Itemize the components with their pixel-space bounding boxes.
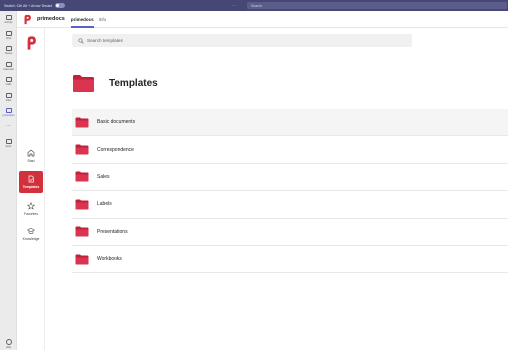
global-search[interactable]: Search xyxy=(247,2,507,9)
folder-label: Sales xyxy=(97,173,110,180)
primedocs-logo-icon xyxy=(24,14,31,24)
rail-item-calendar[interactable]: Calendar xyxy=(0,62,17,71)
graduation-cap-icon xyxy=(27,228,35,235)
tab-info[interactable]: Info xyxy=(99,11,107,28)
folder-icon xyxy=(75,117,89,128)
folder-label: Basic documents xyxy=(97,119,136,126)
file-icon xyxy=(5,93,12,98)
search-icon xyxy=(78,37,84,44)
rail-label: Help xyxy=(5,346,12,349)
rail-item-teams[interactable]: Teams xyxy=(0,46,17,55)
page-header: Templates xyxy=(72,74,158,93)
rail-label: Apps xyxy=(5,145,12,148)
nav-item-favorites[interactable]: Favorites xyxy=(19,198,43,220)
rail-more[interactable]: ··· xyxy=(0,124,17,129)
folder-label: Correspondence xyxy=(97,146,134,153)
folder-icon xyxy=(75,254,89,265)
rail-item-help[interactable]: Help xyxy=(0,339,17,349)
calendar-icon xyxy=(5,62,12,67)
nav-item-start[interactable]: Start xyxy=(19,145,43,167)
folder-row[interactable]: Sales xyxy=(72,164,508,192)
app-rail: Activity Chat Teams Calendar Calls Files… xyxy=(0,11,17,350)
app-header: primedocs primedocs Info xyxy=(17,11,508,28)
nav-label: Knowledge xyxy=(22,236,40,241)
chat-icon xyxy=(5,31,12,36)
rail-label: Calendar xyxy=(3,68,14,71)
title-bar: Switch: Ctrl Alt + Arrow Tenant ··· Sear… xyxy=(0,0,508,11)
rail-item-files[interactable]: Files xyxy=(0,93,17,102)
app-name: primedocs xyxy=(37,16,65,22)
more-icon: ··· xyxy=(6,123,11,129)
folder-icon xyxy=(73,75,94,92)
nav-label: Start xyxy=(27,158,35,163)
rail-label: Teams xyxy=(4,52,13,55)
folder-label: Presentations xyxy=(97,228,128,235)
tenant-switch-label: Switch: Ctrl Alt + Arrow Tenant xyxy=(4,3,53,8)
folder-row[interactable]: Correspondence xyxy=(72,136,508,164)
rail-label: primedocs xyxy=(2,114,15,117)
nav-item-templates[interactable]: Templates xyxy=(19,171,43,193)
more-options-icon[interactable]: ··· xyxy=(232,3,238,8)
template-icon xyxy=(28,175,34,183)
nav-item-knowledge[interactable]: Knowledge xyxy=(19,223,43,245)
tenant-toggle[interactable] xyxy=(55,3,66,8)
rail-label: Calls xyxy=(5,83,12,86)
rail-item-activity[interactable]: Activity xyxy=(0,15,17,24)
search-input[interactable] xyxy=(87,38,387,43)
template-search[interactable] xyxy=(72,34,412,47)
home-icon xyxy=(27,149,35,157)
teams-icon xyxy=(5,46,12,51)
rail-label: Files xyxy=(5,99,12,102)
folder-row[interactable]: Workbooks xyxy=(72,246,508,274)
global-search-placeholder: Search xyxy=(251,3,263,8)
help-icon xyxy=(5,339,12,345)
rail-item-apps[interactable]: Apps xyxy=(0,139,17,148)
rail-item-chat[interactable]: Chat xyxy=(0,31,17,40)
phone-icon xyxy=(5,77,12,82)
folder-icon xyxy=(75,199,89,210)
folder-icon xyxy=(75,171,89,182)
folder-row[interactable]: Labels xyxy=(72,191,508,219)
apps-icon xyxy=(5,139,12,144)
rail-item-calls[interactable]: Calls xyxy=(0,77,17,86)
nav-label: Favorites xyxy=(24,211,38,216)
folder-label: Labels xyxy=(97,201,112,208)
bell-icon xyxy=(5,15,12,20)
nav-label: Templates xyxy=(22,184,40,189)
app-nav: Start Templates Favorites Knowledge xyxy=(17,28,45,350)
folder-row[interactable]: Basic documents xyxy=(72,109,508,137)
star-icon xyxy=(27,202,35,210)
rail-label: Chat xyxy=(5,37,12,40)
main-content: Templates Basic documents Correspondence… xyxy=(45,28,508,350)
tab-primedocs[interactable]: primedocs xyxy=(70,11,94,28)
folder-row[interactable]: Presentations xyxy=(72,219,508,246)
folder-list: Basic documents Correspondence Sales Lab… xyxy=(72,109,508,274)
rail-item-primedocs[interactable]: primedocs xyxy=(0,108,17,117)
primedocs-icon xyxy=(5,108,12,113)
rail-label: Activity xyxy=(4,21,13,24)
folder-label: Workbooks xyxy=(97,256,122,263)
folder-icon xyxy=(75,226,89,237)
primedocs-logo-icon xyxy=(27,36,36,50)
folder-icon xyxy=(75,144,89,155)
page-title: Templates xyxy=(109,78,158,89)
